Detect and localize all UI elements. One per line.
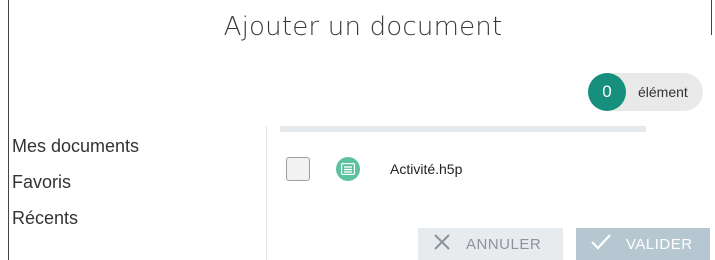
sidebar-item-my-documents[interactable]: Mes documents [12,128,252,164]
add-document-dialog: Ajouter un document 0 élément Mes docume… [0,0,715,260]
list-item[interactable]: Activité.h5p [286,155,462,183]
validate-button-label: VALIDER [626,235,693,253]
cancel-button[interactable]: ANNULER [418,228,563,260]
selection-count-badge: 0 [588,73,626,111]
cancel-button-label: ANNULER [466,235,542,253]
sidebar-divider [266,126,267,260]
sidebar-item-recent[interactable]: Récents [12,200,252,236]
file-list-header-bar [280,126,646,132]
file-select-checkbox[interactable] [286,157,310,181]
file-name: Activité.h5p [390,161,463,177]
document-sources-sidebar: Mes documents Favoris Récents [12,128,252,236]
document-icon [336,157,360,181]
sidebar-item-favorites[interactable]: Favoris [12,164,252,200]
close-icon [432,232,452,256]
check-icon [590,232,612,256]
validate-button[interactable]: VALIDER [576,228,710,260]
selection-count-label: élément [638,84,688,100]
selection-counter: 0 élément [588,73,703,111]
dialog-title: Ajouter un document [223,12,503,42]
